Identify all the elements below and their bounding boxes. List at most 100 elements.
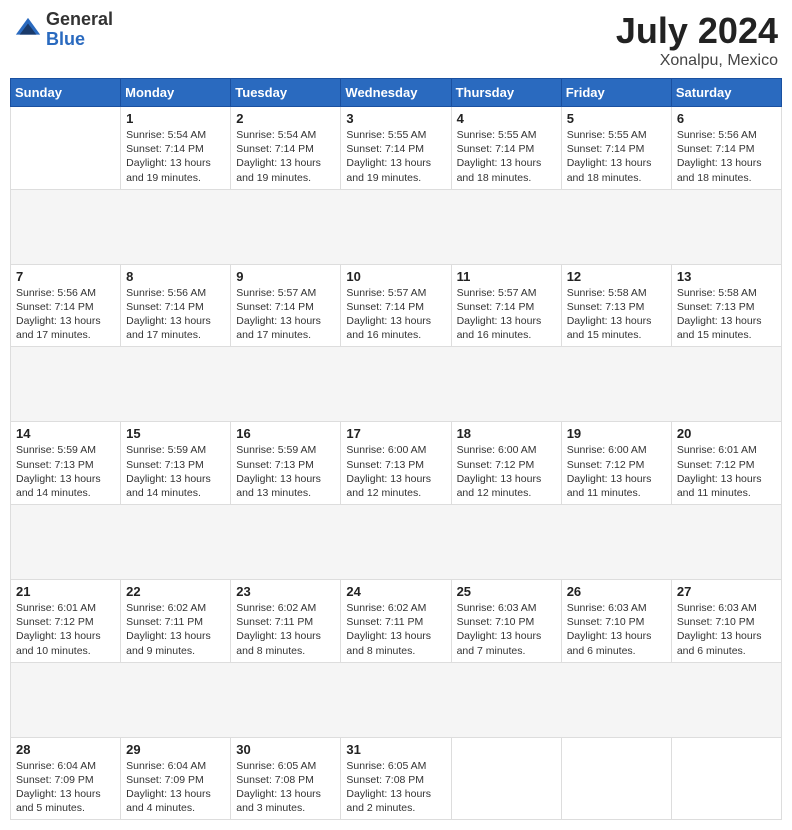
daylight-text: Daylight: 13 hours and 17 minutes.	[126, 314, 225, 342]
calendar-cell: 6Sunrise: 5:56 AMSunset: 7:14 PMDaylight…	[671, 107, 781, 190]
cell-day-number: 9	[236, 269, 335, 284]
sunrise-text: Sunrise: 6:03 AM	[567, 601, 666, 615]
calendar-cell: 31Sunrise: 6:05 AMSunset: 7:08 PMDayligh…	[341, 737, 451, 820]
header-thursday: Thursday	[451, 79, 561, 107]
calendar-header-row: SundayMondayTuesdayWednesdayThursdayFrid…	[11, 79, 782, 107]
sunset-text: Sunset: 7:11 PM	[236, 615, 335, 629]
header-tuesday: Tuesday	[231, 79, 341, 107]
sunrise-text: Sunrise: 5:56 AM	[677, 128, 776, 142]
gap-cell	[11, 189, 782, 264]
calendar-cell	[11, 107, 121, 190]
calendar-cell: 5Sunrise: 5:55 AMSunset: 7:14 PMDaylight…	[561, 107, 671, 190]
cell-day-number: 24	[346, 584, 445, 599]
sunrise-text: Sunrise: 6:00 AM	[457, 443, 556, 457]
cell-info: Sunrise: 5:55 AMSunset: 7:14 PMDaylight:…	[567, 128, 666, 185]
cell-info: Sunrise: 5:56 AMSunset: 7:14 PMDaylight:…	[16, 286, 115, 343]
cell-day-number: 2	[236, 111, 335, 126]
calendar-cell: 9 Sunrise: 5:57 AMSunset: 7:14 PMDaylight…	[231, 264, 341, 347]
daylight-text: Daylight: 13 hours and 17 minutes.	[236, 314, 335, 342]
sunrise-text: Sunrise: 5:55 AM	[567, 128, 666, 142]
cell-info: Sunrise: 6:02 AMSunset: 7:11 PMDaylight:…	[236, 601, 335, 658]
cell-info: Sunrise: 5:57 AMSunset: 7:14 PMDaylight:…	[236, 286, 335, 343]
cell-info: Sunrise: 5:57 AMSunset: 7:14 PMDaylight:…	[457, 286, 556, 343]
calendar-cell: 26Sunrise: 6:03 AMSunset: 7:10 PMDayligh…	[561, 580, 671, 663]
calendar-cell: 19 Sunrise: 6:00 AMSunset: 7:12 PMDayligh…	[561, 422, 671, 505]
sunrise-text: Sunrise: 6:00 AM	[346, 443, 445, 457]
calendar-cell: 11Sunrise: 5:57 AMSunset: 7:14 PMDayligh…	[451, 264, 561, 347]
calendar-cell: 22 Sunrise: 6:02 AMSunset: 7:11 PMDayligh…	[121, 580, 231, 663]
cell-day-number: 19	[567, 426, 666, 441]
sunrise-text: Sunrise: 5:57 AM	[457, 286, 556, 300]
daylight-text: Daylight: 13 hours and 8 minutes.	[346, 629, 445, 657]
logo-icon	[14, 16, 42, 44]
week-row-1: 1Sunrise: 5:54 AMSunset: 7:14 PMDaylight…	[11, 107, 782, 190]
cell-info: Sunrise: 6:02 AMSunset: 7:11 PMDaylight:…	[126, 601, 225, 658]
sunrise-text: Sunrise: 5:59 AM	[16, 443, 115, 457]
week-row-4: 21Sunrise: 6:01 AMSunset: 7:12 PMDayligh…	[11, 580, 782, 663]
cell-day-number: 18	[457, 426, 556, 441]
week-row-5: 28 Sunrise: 6:04 AMSunset: 7:09 PMDayligh…	[11, 737, 782, 820]
sunset-text: Sunset: 7:14 PM	[16, 300, 115, 314]
cell-info: Sunrise: 6:02 AMSunset: 7:11 PMDaylight:…	[346, 601, 445, 658]
cell-day-number: 15	[126, 426, 225, 441]
calendar-cell: 14Sunrise: 5:59 AMSunset: 7:13 PMDayligh…	[11, 422, 121, 505]
sunset-text: Sunset: 7:14 PM	[346, 142, 445, 156]
cell-day-number: 21	[16, 584, 115, 599]
cell-day-number: 17	[346, 426, 445, 441]
calendar-cell: 25Sunrise: 6:03 AMSunset: 7:10 PMDayligh…	[451, 580, 561, 663]
cell-info: Sunrise: 5:54 AMSunset: 7:14 PMDaylight:…	[236, 128, 335, 185]
sunrise-text: Sunrise: 6:03 AM	[457, 601, 556, 615]
cell-info: Sunrise: 6:01 AMSunset: 7:12 PMDaylight:…	[677, 443, 776, 500]
sunrise-text: Sunrise: 6:00 AM	[567, 443, 666, 457]
sunrise-text: Sunrise: 6:03 AM	[677, 601, 776, 615]
week-gap-row	[11, 189, 782, 264]
sunset-text: Sunset: 7:13 PM	[567, 300, 666, 314]
sunrise-text: Sunrise: 5:58 AM	[677, 286, 776, 300]
sunset-text: Sunset: 7:14 PM	[457, 142, 556, 156]
cell-info: Sunrise: 6:05 AMSunset: 7:08 PMDaylight:…	[236, 759, 335, 816]
daylight-text: Daylight: 13 hours and 13 minutes.	[236, 472, 335, 500]
week-row-2: 7Sunrise: 5:56 AMSunset: 7:14 PMDaylight…	[11, 264, 782, 347]
calendar-cell: 28Sunrise: 6:04 AMSunset: 7:09 PMDayligh…	[11, 737, 121, 820]
week-row-3: 14Sunrise: 5:59 AMSunset: 7:13 PMDayligh…	[11, 422, 782, 505]
sunset-text: Sunset: 7:13 PM	[16, 458, 115, 472]
calendar-cell: 20Sunrise: 6:01 AMSunset: 7:12 PMDayligh…	[671, 422, 781, 505]
sunrise-text: Sunrise: 5:59 AM	[236, 443, 335, 457]
sunset-text: Sunset: 7:12 PM	[567, 458, 666, 472]
sunrise-text: Sunrise: 5:56 AM	[126, 286, 225, 300]
sunset-text: Sunset: 7:14 PM	[236, 142, 335, 156]
cell-info: Sunrise: 6:00 AMSunset: 7:12 PMDaylight:…	[457, 443, 556, 500]
calendar-cell: 10Sunrise: 5:57 AMSunset: 7:14 PMDayligh…	[341, 264, 451, 347]
calendar-cell: 8Sunrise: 5:56 AMSunset: 7:14 PMDaylight…	[121, 264, 231, 347]
title-block: July 2024 Xonalpu, Mexico	[616, 10, 778, 70]
sunset-text: Sunset: 7:14 PM	[567, 142, 666, 156]
daylight-text: Daylight: 13 hours and 15 minutes.	[677, 314, 776, 342]
cell-day-number: 28	[16, 742, 115, 757]
daylight-text: Daylight: 13 hours and 7 minutes.	[457, 629, 556, 657]
cell-info: Sunrise: 5:55 AMSunset: 7:14 PMDaylight:…	[457, 128, 556, 185]
cell-info: Sunrise: 6:05 AMSunset: 7:08 PMDaylight:…	[346, 759, 445, 816]
calendar-cell: 2 Sunrise: 5:54 AMSunset: 7:14 PMDaylight…	[231, 107, 341, 190]
calendar-cell: 18 Sunrise: 6:00 AMSunset: 7:12 PMDayligh…	[451, 422, 561, 505]
daylight-text: Daylight: 13 hours and 15 minutes.	[567, 314, 666, 342]
daylight-text: Daylight: 13 hours and 16 minutes.	[346, 314, 445, 342]
sunrise-text: Sunrise: 5:58 AM	[567, 286, 666, 300]
calendar-cell: 7Sunrise: 5:56 AMSunset: 7:14 PMDaylight…	[11, 264, 121, 347]
cell-info: Sunrise: 5:54 AMSunset: 7:14 PMDaylight:…	[126, 128, 225, 185]
daylight-text: Daylight: 13 hours and 11 minutes.	[567, 472, 666, 500]
calendar-cell: 24 Sunrise: 6:02 AMSunset: 7:11 PMDayligh…	[341, 580, 451, 663]
sunset-text: Sunset: 7:14 PM	[126, 142, 225, 156]
cell-day-number: 22	[126, 584, 225, 599]
daylight-text: Daylight: 13 hours and 3 minutes.	[236, 787, 335, 815]
sunrise-text: Sunrise: 6:04 AM	[126, 759, 225, 773]
sunrise-text: Sunrise: 6:02 AM	[126, 601, 225, 615]
daylight-text: Daylight: 13 hours and 9 minutes.	[126, 629, 225, 657]
daylight-text: Daylight: 13 hours and 6 minutes.	[567, 629, 666, 657]
cell-info: Sunrise: 6:04 AMSunset: 7:09 PMDaylight:…	[126, 759, 225, 816]
sunrise-text: Sunrise: 5:55 AM	[457, 128, 556, 142]
cell-day-number: 12	[567, 269, 666, 284]
cell-info: Sunrise: 6:03 AMSunset: 7:10 PMDaylight:…	[457, 601, 556, 658]
daylight-text: Daylight: 13 hours and 17 minutes.	[16, 314, 115, 342]
logo-general: General	[46, 10, 113, 30]
week-gap-row	[11, 505, 782, 580]
